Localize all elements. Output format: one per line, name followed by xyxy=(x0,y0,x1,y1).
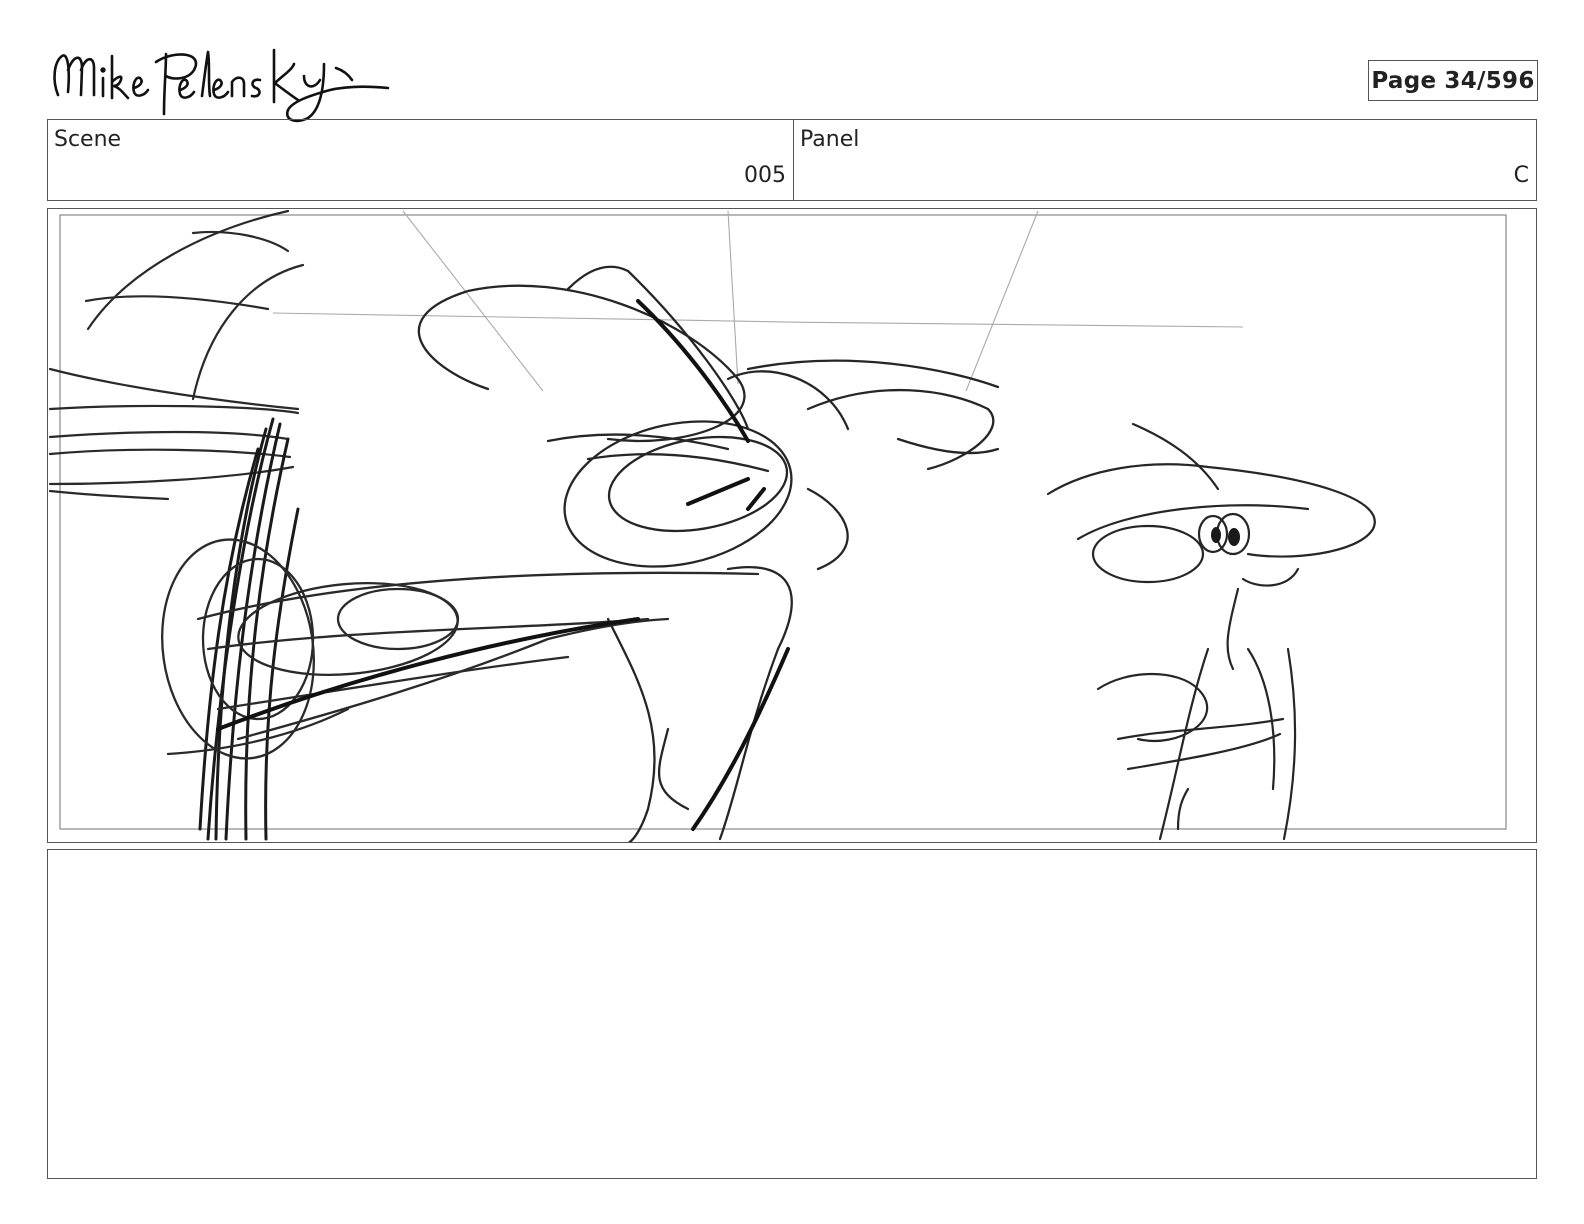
panel-cell: Panel C xyxy=(794,120,1536,200)
scene-cell: Scene 005 xyxy=(48,120,794,200)
notes-box xyxy=(47,849,1537,1179)
panel-label: Panel xyxy=(800,127,860,152)
page-indicator: Page 34/596 xyxy=(1368,60,1538,101)
signature-logo xyxy=(53,48,390,123)
scene-label: Scene xyxy=(54,127,122,152)
scene-value: 005 xyxy=(744,163,786,188)
storyboard-sketch xyxy=(48,209,1507,842)
panel-value: C xyxy=(1513,163,1529,188)
storyboard-panel-frame xyxy=(47,208,1537,843)
page-label: Page xyxy=(1371,67,1437,94)
scene-panel-info: Scene 005 Panel C xyxy=(47,119,1537,201)
page-number: 34/596 xyxy=(1444,67,1535,94)
